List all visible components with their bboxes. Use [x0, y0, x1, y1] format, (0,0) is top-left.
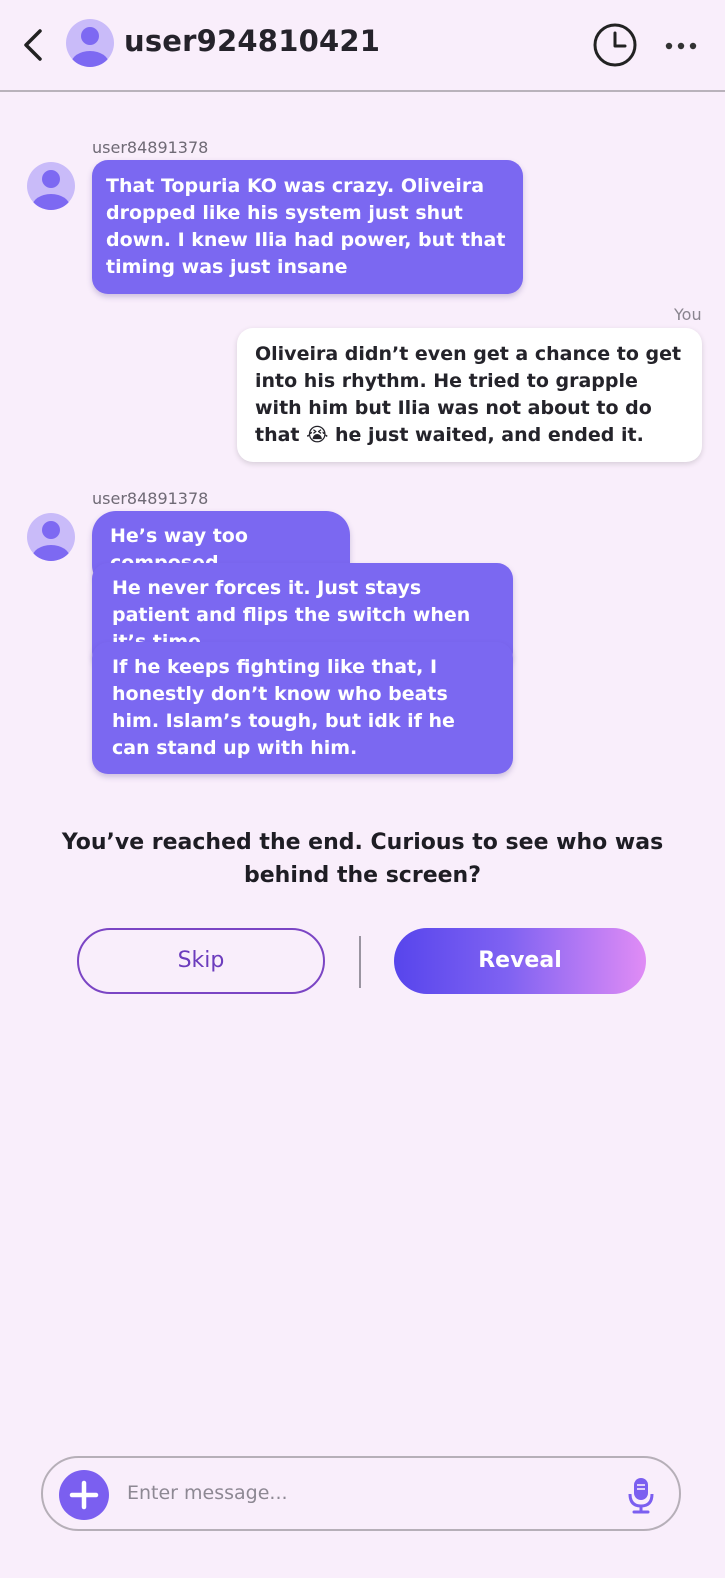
back-arrow-icon[interactable]	[18, 26, 50, 64]
microphone-icon[interactable]	[627, 1476, 655, 1514]
sender-name: user84891378	[92, 489, 209, 508]
message-composer[interactable]: Enter message...	[41, 1456, 681, 1531]
skip-button[interactable]: Skip	[77, 928, 325, 994]
avatar[interactable]	[66, 19, 114, 67]
sender-avatar[interactable]	[27, 162, 75, 210]
person-icon	[32, 170, 70, 210]
sender-avatar[interactable]	[27, 513, 75, 561]
clock-icon[interactable]	[592, 22, 638, 68]
message-bubble[interactable]: That Topuria KO was crazy. Oliveira drop…	[92, 160, 523, 294]
sender-name: You	[674, 305, 702, 324]
end-prompt: You’ve reached the end. Curious to see w…	[61, 830, 664, 888]
person-icon	[71, 27, 109, 67]
message-bubble[interactable]: If he keeps fighting like that, I honest…	[92, 642, 513, 774]
message-bubble[interactable]: Oliveira didn’t even get a chance to get…	[237, 328, 702, 462]
sender-name: user84891378	[92, 138, 209, 157]
chat-title: user924810421	[124, 24, 381, 58]
plus-icon	[69, 1480, 99, 1510]
add-button[interactable]	[59, 1470, 109, 1520]
divider	[359, 936, 361, 988]
message-input[interactable]: Enter message...	[127, 1482, 288, 1504]
reveal-button[interactable]: Reveal	[394, 928, 646, 994]
more-icon[interactable]	[664, 36, 698, 56]
chat-header: user924810421	[0, 0, 725, 92]
person-icon	[32, 521, 70, 561]
